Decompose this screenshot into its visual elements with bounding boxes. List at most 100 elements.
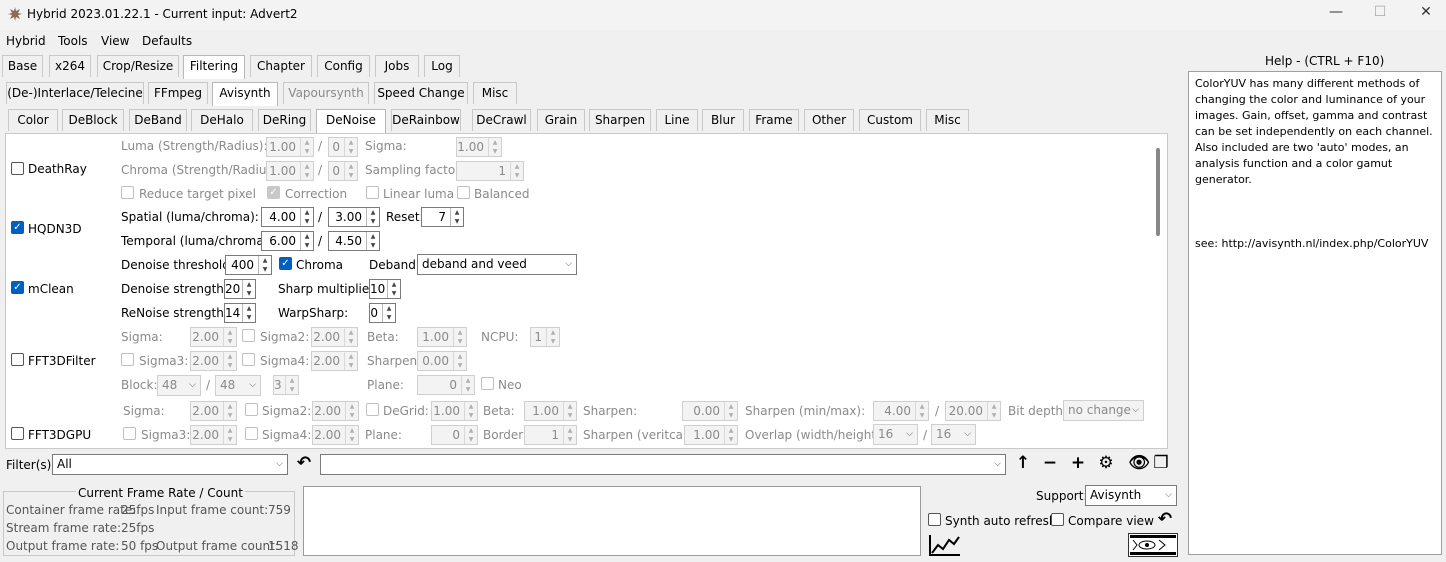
refresh-icon[interactable]: ↶ bbox=[1154, 509, 1176, 529]
filter-order-dropdown[interactable]: ⌵ bbox=[320, 454, 1006, 475]
deathray-luma-radius[interactable]: 0 ▲ ▼ bbox=[328, 137, 358, 157]
graph-icon[interactable] bbox=[928, 533, 962, 557]
fft3dgpu-checkbox[interactable] bbox=[11, 427, 24, 440]
gpu-sigma2[interactable]: 2.00 ▲ ▼ bbox=[312, 401, 359, 421]
deathray-sampling-factor[interactable]: 1 ▲ ▼ bbox=[456, 161, 524, 181]
tab-deband[interactable]: DeBand bbox=[129, 109, 187, 131]
tab-jobs[interactable]: Jobs bbox=[375, 55, 419, 77]
temporal-chroma[interactable]: 4.50 ▲ ▼ bbox=[328, 231, 380, 251]
tab-frame[interactable]: Frame bbox=[749, 109, 799, 131]
maximize-button[interactable]: ☐ bbox=[1370, 4, 1390, 24]
minimize-button[interactable]: — bbox=[1326, 4, 1346, 24]
minus-icon[interactable]: − bbox=[1039, 453, 1061, 473]
tab-speed-change[interactable]: Speed Change bbox=[374, 82, 468, 104]
tab-vapoursynth[interactable]: Vapoursynth bbox=[283, 82, 369, 104]
avs-preview-icon[interactable] bbox=[1128, 533, 1178, 557]
deathray-chroma-radius[interactable]: 0 ▲ ▼ bbox=[328, 161, 358, 181]
tab-derainbow[interactable]: DeRainbow bbox=[391, 109, 461, 131]
correction-checkbox[interactable]: ✓ bbox=[267, 186, 280, 199]
deathray-chroma-strength[interactable]: 1.00 ▲ ▼ bbox=[266, 161, 314, 181]
tab-log[interactable]: Log bbox=[424, 55, 460, 77]
menu-defaults[interactable]: Defaults bbox=[142, 34, 192, 48]
temporal-luma[interactable]: 6.00 ▲ ▼ bbox=[261, 231, 314, 251]
linear-luma-checkbox[interactable] bbox=[366, 186, 379, 199]
tab-blur[interactable]: Blur bbox=[702, 109, 744, 131]
tab-line[interactable]: Line bbox=[656, 109, 698, 131]
spatial-luma[interactable]: 4.00 ▲ ▼ bbox=[261, 207, 314, 227]
deathray-checkbox[interactable] bbox=[11, 162, 24, 175]
ncpu[interactable]: 1 ▲ ▼ bbox=[530, 327, 560, 347]
fft3d-sigma3-checkbox[interactable] bbox=[121, 353, 134, 366]
tab-denoise[interactable]: DeNoise bbox=[316, 109, 386, 133]
close-button[interactable]: ✕ bbox=[1416, 4, 1436, 24]
sharp-multiplier[interactable]: 10 ▲ ▼ bbox=[369, 279, 401, 299]
neo-checkbox[interactable] bbox=[481, 377, 494, 390]
plus-icon[interactable]: + bbox=[1067, 453, 1089, 473]
copy-icon[interactable]: ❐ bbox=[1150, 453, 1172, 473]
scrollbar-thumb[interactable] bbox=[1156, 148, 1160, 236]
renoise-strength[interactable]: 14 ▲ ▼ bbox=[224, 303, 256, 323]
hqdn3d-checkbox[interactable]: ✓ bbox=[11, 221, 24, 234]
tab-avs-misc[interactable]: Misc bbox=[926, 109, 969, 131]
deathray-sigma[interactable]: 1.00 ▲ ▼ bbox=[456, 137, 502, 157]
fft3d-sigma[interactable]: 2.00 ▲ ▼ bbox=[190, 327, 237, 347]
filters-dropdown[interactable]: All ⌵ bbox=[52, 454, 288, 475]
fft3d-sigma2[interactable]: 2.00 ▲ ▼ bbox=[311, 327, 358, 347]
menu-view[interactable]: View bbox=[101, 34, 129, 48]
tab-dering[interactable]: DeRing bbox=[258, 109, 311, 131]
fft3d-sigma3[interactable]: 2.00 ▲ ▼ bbox=[190, 351, 237, 371]
tab-base[interactable]: Base bbox=[2, 55, 43, 77]
degrid[interactable]: 1.00 ▲ ▼ bbox=[431, 401, 478, 421]
reduce-target-checkbox[interactable] bbox=[121, 186, 134, 199]
synth-auto-refresh-checkbox[interactable] bbox=[928, 513, 941, 526]
gpu-sigma4-checkbox[interactable] bbox=[245, 427, 258, 440]
tab-dehalo[interactable]: DeHalo bbox=[191, 109, 253, 131]
filter-settings-icon[interactable]: ⚙ bbox=[1095, 453, 1117, 473]
reset-spinner[interactable]: 7 ▲ ▼ bbox=[421, 207, 464, 227]
degrid-checkbox[interactable] bbox=[366, 403, 379, 416]
spatial-chroma[interactable]: 3.00 ▲ ▼ bbox=[328, 207, 380, 227]
tab-sharpen[interactable]: Sharpen bbox=[589, 109, 651, 131]
gpu-sigma[interactable]: 2.00 ▲ ▼ bbox=[190, 401, 237, 421]
fft3dfilter-checkbox[interactable] bbox=[11, 353, 24, 366]
tab-custom[interactable]: Custom bbox=[859, 109, 921, 131]
gpu-beta[interactable]: 1.00 ▲ ▼ bbox=[524, 401, 577, 421]
gpu-sigma3-checkbox[interactable] bbox=[123, 427, 136, 440]
menu-tools[interactable]: Tools bbox=[58, 34, 88, 48]
fft3d-sigma2-checkbox[interactable] bbox=[242, 329, 255, 342]
block-width-dropdown[interactable]: 48 ⌵ bbox=[157, 375, 201, 396]
overlap-height-dropdown[interactable]: 16 ⌵ bbox=[931, 424, 976, 445]
block-overlap[interactable]: 3 ▲ ▼ bbox=[273, 375, 299, 395]
tab-crop-resize[interactable]: Crop/Resize bbox=[97, 55, 179, 77]
fft3d-sharpen[interactable]: 0.00 ▲ ▼ bbox=[417, 351, 467, 371]
sharpen-max[interactable]: 20.00 ▲ ▼ bbox=[945, 401, 1001, 421]
compare-view-checkbox[interactable] bbox=[1051, 513, 1064, 526]
tab-deinterlace[interactable]: (De-)Interlace/Telecine bbox=[6, 82, 144, 104]
overlap-width-dropdown[interactable]: 16 ⌵ bbox=[873, 424, 918, 445]
gpu-plane[interactable]: 0 ▲ ▼ bbox=[431, 425, 478, 445]
deathray-luma-strength[interactable]: 1.00 ▲ ▼ bbox=[266, 137, 314, 157]
tab-grain[interactable]: Grain bbox=[537, 109, 585, 131]
gpu-sigma4[interactable]: 2.00 ▲ ▼ bbox=[312, 425, 359, 445]
tab-ffmpeg[interactable]: FFmpeg bbox=[148, 82, 208, 104]
block-height-dropdown[interactable]: 48 ⌵ bbox=[215, 375, 261, 396]
undo-icon[interactable]: ↶ bbox=[293, 453, 315, 473]
tab-color[interactable]: Color bbox=[8, 109, 58, 131]
arrow-up-icon[interactable]: ↑ bbox=[1012, 453, 1034, 473]
tab-filter-misc[interactable]: Misc bbox=[473, 82, 517, 104]
chroma-checkbox[interactable]: ✓ bbox=[279, 257, 292, 270]
fft3d-sigma4-checkbox[interactable] bbox=[242, 353, 255, 366]
tab-deblock[interactable]: DeBlock bbox=[62, 109, 124, 131]
eye-icon[interactable]: 👁 bbox=[1128, 453, 1150, 473]
tab-other[interactable]: Other bbox=[804, 109, 854, 131]
tab-avisynth[interactable]: Avisynth bbox=[212, 82, 278, 106]
gpu-sigma3[interactable]: 2.00 ▲ ▼ bbox=[190, 425, 237, 445]
fft3d-plane[interactable]: 0 ▲ ▼ bbox=[417, 375, 475, 395]
menu-hybrid[interactable]: Hybrid bbox=[6, 34, 46, 48]
border[interactable]: 1 ▲ ▼ bbox=[524, 425, 577, 445]
tab-config[interactable]: Config bbox=[317, 55, 370, 77]
script-preview-box[interactable] bbox=[303, 486, 921, 556]
tab-filtering[interactable]: Filtering bbox=[183, 55, 245, 79]
bitdepth-dropdown[interactable]: no change ⌵ bbox=[1063, 400, 1144, 421]
warpsharp[interactable]: 0 ▲ ▼ bbox=[369, 303, 396, 323]
